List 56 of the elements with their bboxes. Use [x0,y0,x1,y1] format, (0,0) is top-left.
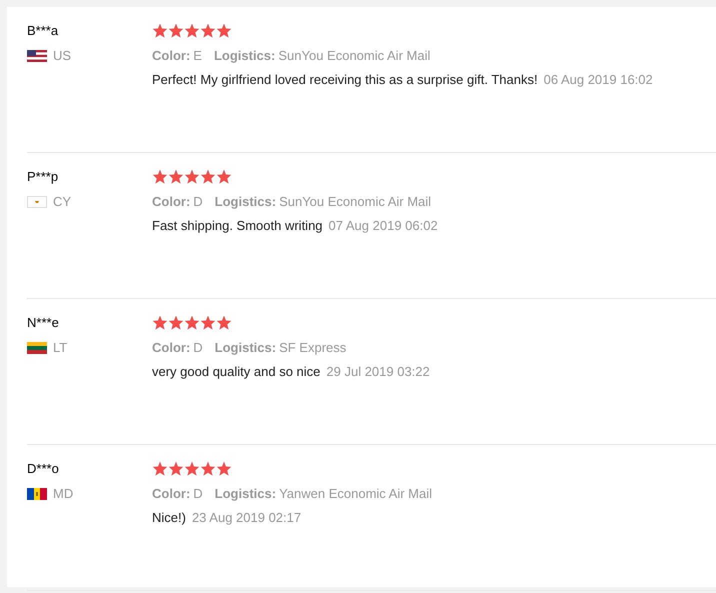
star-icon [168,23,184,38]
star-icon [168,169,184,184]
star-icon [216,461,232,476]
star-icon [200,461,216,476]
flag-icon [27,196,47,208]
flag-icon [27,50,47,62]
color-value: D [193,340,203,355]
star-icon [184,169,200,184]
flag-icon [27,488,47,500]
star-icon [184,23,200,38]
star-icon [200,23,216,38]
logistics-label: Logistics: [214,48,276,63]
color-value: D [193,486,203,501]
color-value: E [193,48,202,63]
review-date: 07 Aug 2019 06:02 [328,218,438,233]
review-date: 23 Aug 2019 02:17 [192,510,302,525]
star-icon [152,461,168,476]
country-code: US [53,48,72,63]
reviewer-name: P***p [27,169,60,185]
color-value: D [193,194,203,209]
star-icon [152,315,168,330]
logistics-value: Yanwen Economic Air Mail [279,486,432,501]
star-icon [216,169,232,184]
star-icon [216,23,232,38]
star-icon [200,169,216,184]
flag-icon [27,342,47,354]
review-text: Nice!) [152,510,186,525]
star-icon [216,315,232,330]
review-text: very good quality and so nice [152,364,320,379]
country-code: MD [53,486,74,501]
reviewer-name: D***o [27,461,60,477]
review-text: Fast shipping. Smooth writing [152,218,323,233]
logistics-value: SunYou Economic Air Mail [279,194,432,209]
star-icon [184,315,200,330]
star-icon [200,315,216,330]
star-icon [184,461,200,476]
star-icon [168,315,184,330]
reviewer-name: B***a [27,23,60,39]
color-label: Color: [152,486,190,501]
logistics-value: SF Express [279,340,346,355]
review-date: 29 Jul 2019 03:22 [326,364,430,379]
review-text: Perfect! My girlfriend loved receiving this as a surprise gift. Thanks! [152,72,538,87]
star-icon [168,461,184,476]
star-icon [152,169,168,184]
color-label: Color: [152,340,190,355]
review-date: 06 Aug 2019 16:02 [544,72,653,87]
country-code: LT [53,340,68,355]
logistics-value: SunYou Economic Air Mail [278,48,430,63]
reviewer-name: N***e [27,315,60,331]
logistics-label: Logistics: [214,194,276,209]
color-label: Color: [152,194,190,209]
country-code: CY [53,194,72,209]
logistics-label: Logistics: [214,486,276,501]
color-label: Color: [152,48,190,63]
star-icon [152,23,168,38]
logistics-label: Logistics: [214,340,276,355]
